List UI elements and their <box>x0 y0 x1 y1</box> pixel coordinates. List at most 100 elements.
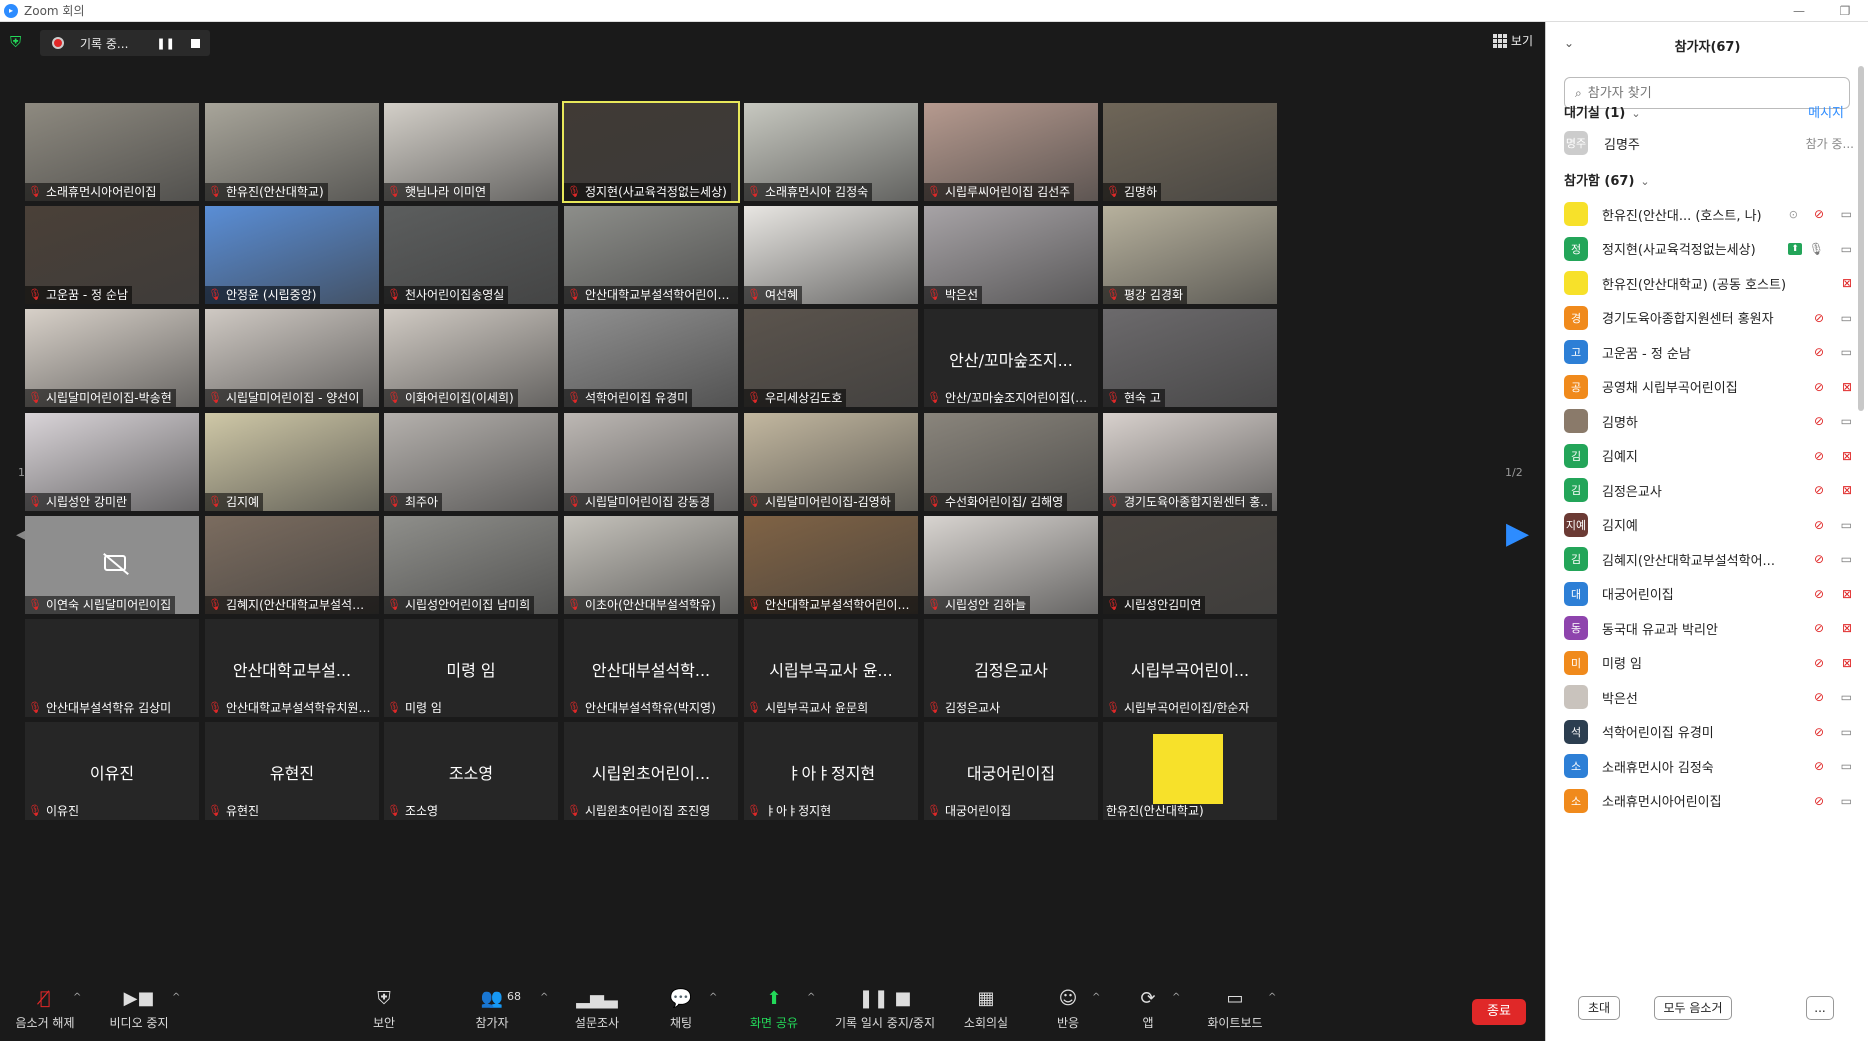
video-tile[interactable]: 🎙 시립달미어린이집-김영하 <box>744 413 918 511</box>
video-tile[interactable]: 시립윈초어린이... 🎙 시립윈초어린이집 조진영 <box>564 722 738 820</box>
participant-row[interactable]: 한유진(안산대... (호스트, 나) ⊙ ⊘ ▭ <box>1564 197 1854 232</box>
video-tile[interactable]: 🎙 안산대학교부설석학어린이집 ... <box>744 516 918 614</box>
video-tile[interactable]: 🎙 경기도육아종합지원센터 홍.. <box>1103 413 1277 511</box>
video-off-icon[interactable]: ⊠ <box>1842 656 1852 670</box>
end-meeting-button[interactable]: 종료 <box>1472 999 1526 1025</box>
video-tile[interactable]: 🎙 안산대부설석학유 김상미 <box>25 619 199 717</box>
participant-row[interactable]: 김명하 ⊘ ▭ <box>1564 404 1854 439</box>
participant-row[interactable]: 경 경기도육아종합지원센터 홍원자 ⊘ ▭ <box>1564 301 1854 336</box>
video-tile[interactable]: 🎙 햇님나라 이미연 <box>384 103 558 201</box>
video-tile[interactable]: 🎙 우리세상김도호 <box>744 309 918 407</box>
video-tile[interactable]: 🎙 최주아 <box>384 413 558 511</box>
video-icon[interactable]: ▭ <box>1841 311 1852 325</box>
video-options-icon[interactable]: ^ <box>172 992 180 1003</box>
video-tile[interactable]: 🎙 소래휴먼시아 김정숙 <box>744 103 918 201</box>
participant-row[interactable]: 소 소래휴먼시아어린이집 ⊘ ▭ <box>1564 784 1854 819</box>
participant-row[interactable]: 한유진(안산대학교) (공동 호스트) ⊠ <box>1564 266 1854 301</box>
encryption-shield-icon[interactable]: ⛨ <box>10 34 26 51</box>
video-tile[interactable]: 🎙 시립성안 강미란 <box>25 413 199 511</box>
mute-all-button[interactable]: 모두 음소거 <box>1654 996 1732 1020</box>
video-tile[interactable]: 🎙 고운꿈 - 정 순남 <box>25 206 199 304</box>
video-tile[interactable]: 🎙 평강 김경화 <box>1103 206 1277 304</box>
video-tile[interactable]: 🎙 현숙 고 <box>1103 309 1277 407</box>
video-tile[interactable]: 🎙 한유진(안산대학교) <box>205 103 379 201</box>
muted-mic-icon[interactable]: ⊘ <box>1814 552 1824 566</box>
video-off-icon[interactable]: ⊠ <box>1842 380 1852 394</box>
whiteboard-options-icon[interactable]: ^ <box>1268 992 1276 1003</box>
muted-mic-icon[interactable]: ⊘ <box>1814 690 1824 704</box>
video-tile[interactable]: 🎙 박은선 <box>924 206 1098 304</box>
video-tile[interactable]: 미령 임 🎙 미령 임 <box>384 619 558 717</box>
participant-row[interactable]: 김 김혜지(안산대학교부설석학어... ⊘ ▭ <box>1564 542 1854 577</box>
muted-mic-icon[interactable]: ⊘ <box>1814 380 1824 394</box>
participant-row[interactable]: 정 정지현(사교육걱정없는세상) ⬆ 🎙 ▭ <box>1564 232 1854 267</box>
video-off-icon[interactable]: ⊠ <box>1842 621 1852 635</box>
participant-search-input[interactable] <box>1587 85 1828 101</box>
participant-row[interactable]: 공 공영채 시립부곡어린이집 ⊘ ⊠ <box>1564 370 1854 405</box>
reactions-button[interactable]: ☺ 반응 <box>1053 984 1083 1041</box>
video-icon[interactable]: ▭ <box>1841 794 1852 808</box>
muted-mic-icon[interactable]: ⊘ <box>1814 725 1824 739</box>
muted-mic-icon[interactable]: ⊘ <box>1814 311 1824 325</box>
video-off-icon[interactable]: ⊠ <box>1842 587 1852 601</box>
share-screen-button[interactable]: ⬆ 화면 공유 <box>744 984 804 1041</box>
whiteboard-button[interactable]: ▭ 화이트보드 <box>1202 984 1268 1041</box>
reactions-options-icon[interactable]: ^ <box>1092 992 1100 1003</box>
video-tile[interactable]: 🎙 이화어린이집(이세희) <box>384 309 558 407</box>
minimize-icon[interactable]: — <box>1776 0 1822 22</box>
participant-row[interactable]: 소 소래휴먼시아 김정숙 ⊘ ▭ <box>1564 749 1854 784</box>
audio-options-icon[interactable]: ^ <box>73 992 81 1003</box>
video-tile[interactable]: 🎙 시립달미어린이집 강동경 <box>564 413 738 511</box>
video-tile[interactable]: 🎙 시립달미어린이집 - 양선이 <box>205 309 379 407</box>
muted-mic-icon[interactable]: ⊘ <box>1814 759 1824 773</box>
video-tile[interactable]: 시립부곡어린이... 🎙 시립부곡어린이집/한순자 <box>1103 619 1277 717</box>
video-tile[interactable]: 🎙 시립루씨어린이집 김선주 <box>924 103 1098 201</box>
in-meeting-section[interactable]: 참가함 (67) ⌄ <box>1564 170 1650 189</box>
video-tile[interactable]: 🎙 여선혜 <box>744 206 918 304</box>
message-link[interactable]: 메시지 <box>1808 102 1844 121</box>
chat-button[interactable]: 💬 채팅 <box>664 984 698 1041</box>
participant-row[interactable]: 고 고운꿈 - 정 순남 ⊘ ▭ <box>1564 335 1854 370</box>
video-tile[interactable]: 🎙 수선화어린이집/ 김해영 <box>924 413 1098 511</box>
video-tile[interactable]: 🎙 시립성안어린이집 남미희 <box>384 516 558 614</box>
video-icon[interactable]: ▭ <box>1841 207 1852 221</box>
mic-icon[interactable]: 🎙 <box>1809 242 1824 256</box>
video-tile[interactable]: 유현진 🎙 유현진 <box>205 722 379 820</box>
video-icon[interactable]: ▭ <box>1841 518 1852 532</box>
muted-mic-icon[interactable]: ⊘ <box>1814 621 1824 635</box>
video-tile[interactable]: 🎙 소래휴먼시아어린이집 <box>25 103 199 201</box>
muted-mic-icon[interactable]: ⊘ <box>1814 414 1824 428</box>
video-tile[interactable]: 🎙 시립성안김미연 <box>1103 516 1277 614</box>
view-button[interactable]: 보기 <box>1492 32 1533 49</box>
muted-mic-icon[interactable]: ⊘ <box>1814 207 1824 221</box>
video-tile[interactable]: 한유진(안산대학교) <box>1103 722 1277 820</box>
apps-options-icon[interactable]: ^ <box>1172 992 1180 1003</box>
security-button[interactable]: ⛨ 보안 <box>364 984 404 1041</box>
video-tile[interactable]: 🎙 이초아(안산대부설석학유) <box>564 516 738 614</box>
video-tile[interactable]: 시립부곡교사 윤... 🎙 시립부곡교사 윤문희 <box>744 619 918 717</box>
participant-row[interactable]: 대 대궁어린이집 ⊘ ⊠ <box>1564 577 1854 612</box>
video-tile[interactable]: 🎙 김명하 <box>1103 103 1277 201</box>
muted-mic-icon[interactable]: ⊘ <box>1814 794 1824 808</box>
chat-options-icon[interactable]: ^ <box>709 992 717 1003</box>
video-icon[interactable]: ▭ <box>1841 552 1852 566</box>
stop-recording-icon[interactable] <box>190 38 200 48</box>
restore-icon[interactable]: ❐ <box>1822 0 1868 22</box>
video-icon[interactable]: ▭ <box>1841 690 1852 704</box>
video-tile[interactable]: 안산대학교부설... 🎙 안산대학교부설석학유치원(이... <box>205 619 379 717</box>
video-off-icon[interactable]: ⊠ <box>1842 276 1852 290</box>
video-tile[interactable]: 안산대부설석학... 🎙 안산대부설석학유(박지영) <box>564 619 738 717</box>
participant-row[interactable]: 김 김예지 ⊘ ⊠ <box>1564 439 1854 474</box>
video-icon[interactable]: ▭ <box>1841 242 1852 256</box>
breakout-rooms-button[interactable]: ▦ 소회의실 <box>960 984 1012 1041</box>
participant-row[interactable]: 미 미령 임 ⊘ ⊠ <box>1564 646 1854 681</box>
video-off-icon[interactable]: ⊠ <box>1842 483 1852 497</box>
polls-button[interactable]: ▂▅▃ 설문조사 <box>572 984 622 1041</box>
video-tile[interactable]: 🎙 김지예 <box>205 413 379 511</box>
participant-row[interactable]: 석 석학어린이집 유경미 ⊘ ▭ <box>1564 715 1854 750</box>
video-icon[interactable]: ▭ <box>1841 725 1852 739</box>
participant-row[interactable]: 지예 김지예 ⊘ ▭ <box>1564 508 1854 543</box>
participant-row[interactable]: 동 동국대 유교과 박리안 ⊘ ⊠ <box>1564 611 1854 646</box>
video-icon[interactable]: ▭ <box>1841 345 1852 359</box>
more-options-button[interactable]: ... <box>1806 996 1834 1020</box>
